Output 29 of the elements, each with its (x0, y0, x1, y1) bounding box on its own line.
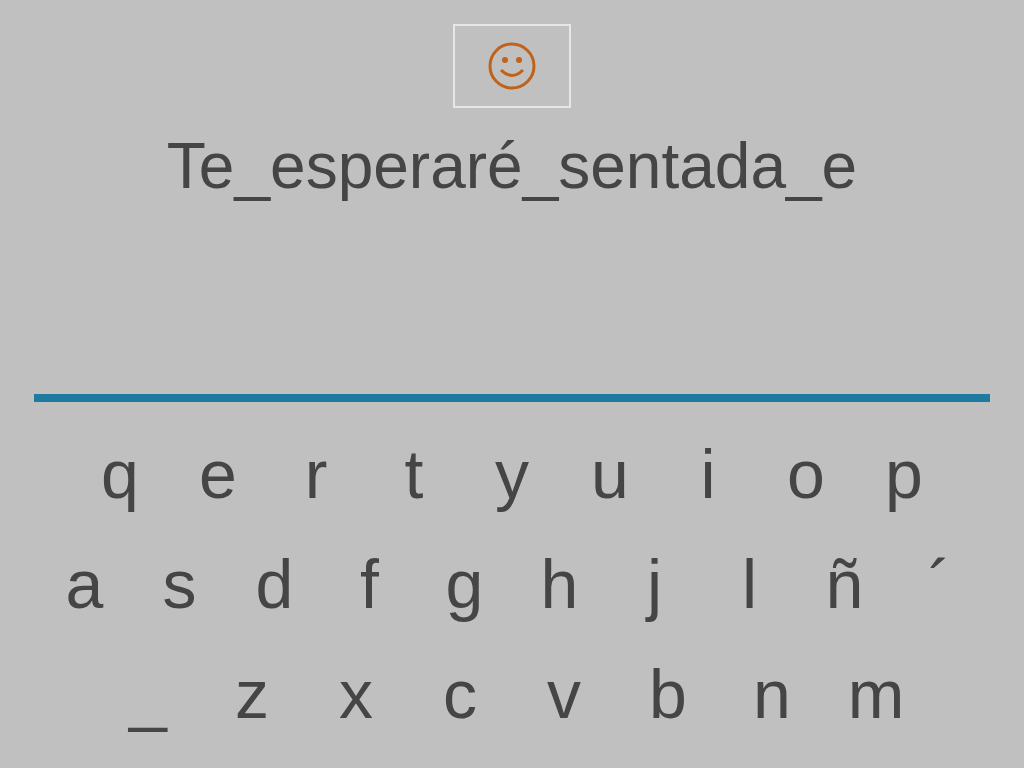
letter-key[interactable]: _ (116, 644, 180, 744)
letter-key[interactable]: l (717, 534, 782, 634)
letter-key[interactable]: v (532, 644, 596, 744)
letter-key[interactable]: d (242, 534, 307, 634)
letter-key[interactable]: o (774, 424, 838, 524)
letter-key[interactable]: y (480, 424, 544, 524)
smiley-icon (487, 41, 537, 91)
letter-key[interactable]: e (186, 424, 250, 524)
letter-key[interactable]: p (872, 424, 936, 524)
letter-key[interactable]: g (432, 534, 497, 634)
letter-key[interactable]: r (284, 424, 348, 524)
letter-key[interactable]: x (324, 644, 388, 744)
letter-key[interactable]: c (428, 644, 492, 744)
letter-key[interactable]: q (88, 424, 152, 524)
letter-key[interactable]: i (676, 424, 740, 524)
letter-key[interactable]: f (337, 534, 402, 634)
letter-key[interactable]: h (527, 534, 592, 634)
letter-key[interactable]: a (52, 534, 117, 634)
letter-key[interactable]: m (844, 644, 908, 744)
letter-key[interactable]: t (382, 424, 446, 524)
letter-key[interactable]: z (220, 644, 284, 744)
letter-key[interactable]: ñ (812, 534, 877, 634)
letter-key[interactable]: u (578, 424, 642, 524)
letter-key[interactable]: j (622, 534, 687, 634)
letter-key[interactable]: b (636, 644, 700, 744)
letter-key[interactable]: s (147, 534, 212, 634)
letter-key[interactable]: ´ (907, 534, 972, 634)
letter-key[interactable]: n (740, 644, 804, 744)
phrase-text: Te_esperaré_sentada_e (166, 129, 858, 204)
